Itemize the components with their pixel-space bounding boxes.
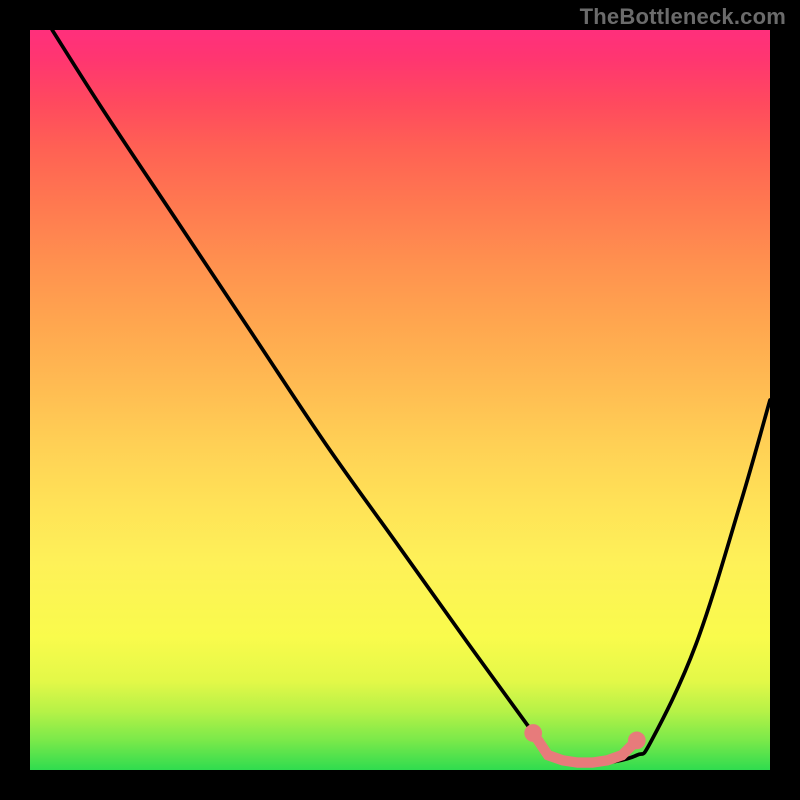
- watermark-label: TheBottleneck.com: [580, 4, 786, 30]
- minimum-segment: [533, 733, 637, 763]
- curve-path: [52, 30, 770, 764]
- chart-frame: TheBottleneck.com: [0, 0, 800, 800]
- minimum-markers: [524, 724, 645, 762]
- curve-layer: [30, 30, 770, 770]
- minimum-endpoint: [524, 724, 542, 742]
- bottleneck-curve: [52, 30, 770, 764]
- minimum-endpoint: [628, 732, 646, 750]
